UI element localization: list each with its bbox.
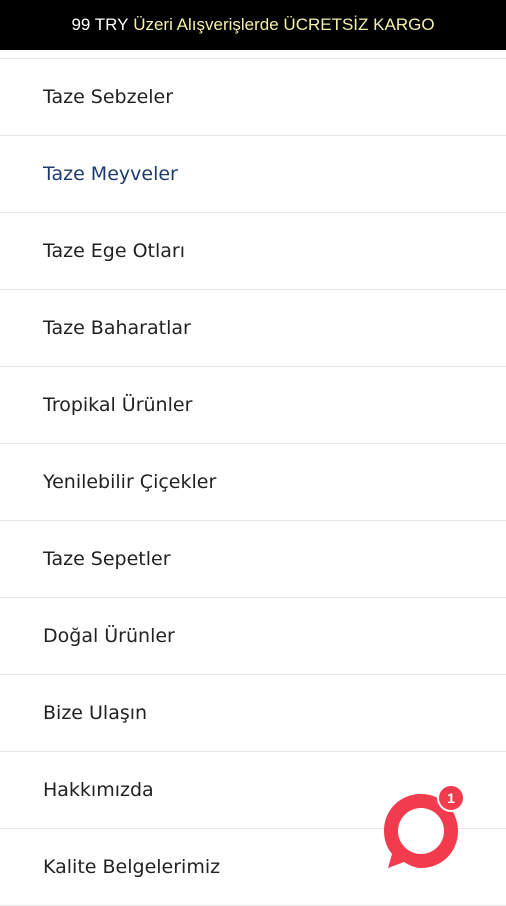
- banner-text: Üzeri Alışverişlerde ÜCRETSİZ KARGO: [133, 15, 435, 34]
- menu-item-taze-sebzeler[interactable]: Taze Sebzeler: [0, 59, 506, 136]
- banner-amount: 99 TRY: [71, 15, 129, 34]
- menu-item-bize-ulasin[interactable]: Bize Ulaşın: [0, 675, 506, 752]
- menu-item-taze-sepetler[interactable]: Taze Sepetler: [0, 521, 506, 598]
- menu-item-taze-ege-otlari[interactable]: Taze Ege Otları: [0, 213, 506, 290]
- category-menu: Taze Sebzeler Taze Meyveler Taze Ege Otl…: [0, 58, 506, 906]
- menu-item-yenilebilir-cicekler[interactable]: Yenilebilir Çiçekler: [0, 444, 506, 521]
- menu-item-taze-baharatlar[interactable]: Taze Baharatlar: [0, 290, 506, 367]
- chat-notification-badge: 1: [437, 784, 465, 812]
- menu-item-dogal-urunler[interactable]: Doğal Ürünler: [0, 598, 506, 675]
- free-shipping-banner: 99 TRY Üzeri Alışverişlerde ÜCRETSİZ KAR…: [0, 0, 506, 50]
- menu-item-taze-meyveler[interactable]: Taze Meyveler: [0, 136, 506, 213]
- menu-item-tropikal-urunler[interactable]: Tropikal Ürünler: [0, 367, 506, 444]
